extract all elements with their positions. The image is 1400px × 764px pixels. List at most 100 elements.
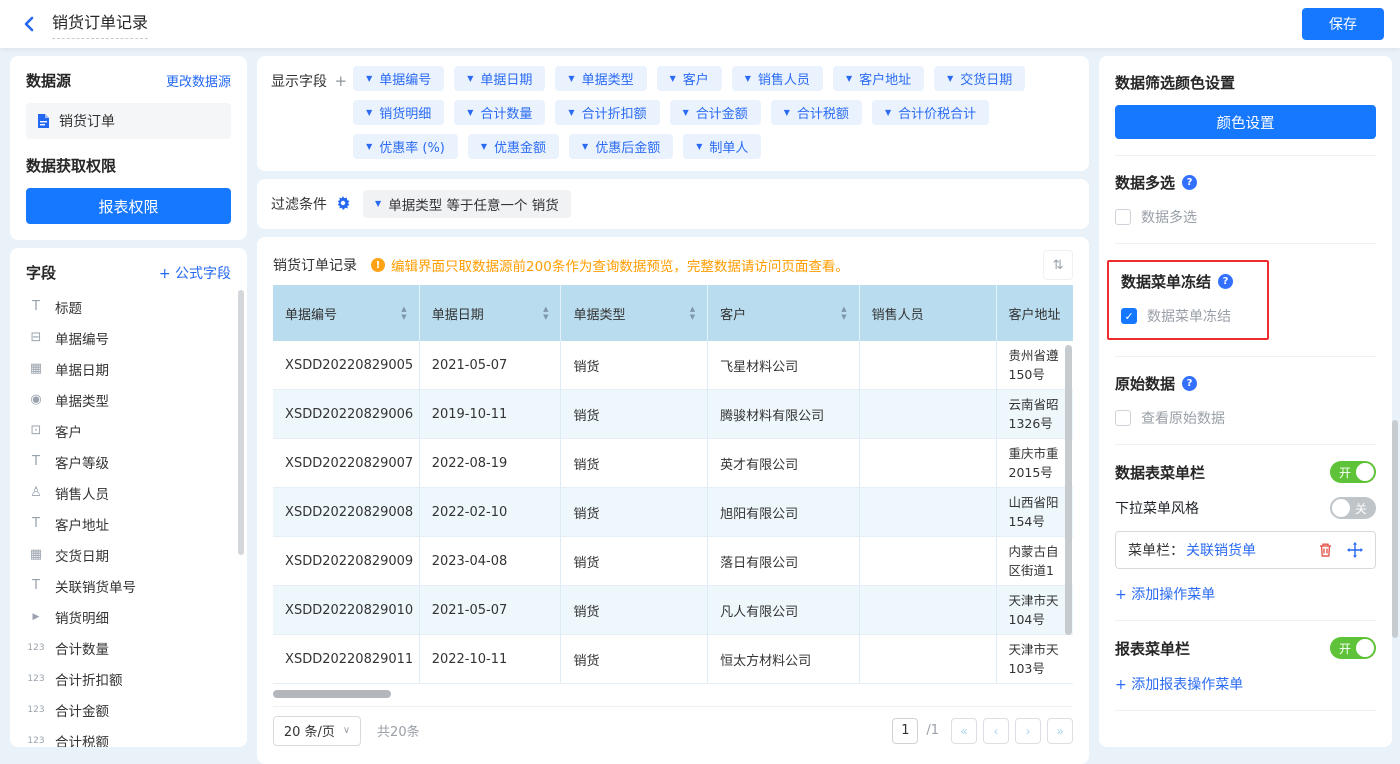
divider [1115, 356, 1376, 357]
field-item-label: 单据类型 [55, 390, 109, 410]
help-icon[interactable]: ? [1182, 175, 1197, 190]
field-item[interactable]: ⊡客户 [26, 415, 231, 446]
display-field-chip[interactable]: ▼合计数量 [454, 100, 545, 125]
sort-icon[interactable]: ▲▼ [690, 306, 695, 321]
first-page-button[interactable]: « [951, 718, 977, 744]
add-formula-field-link[interactable]: + 公式字段 [159, 263, 231, 283]
filter-condition-text: 单据类型 等于任意一个 销货 [388, 194, 559, 214]
table-row[interactable]: XSDD202208290112022-10-11销货恒太方材料公司天津市天 1… [273, 635, 1073, 684]
field-item[interactable]: 123合计折扣额 [26, 663, 231, 694]
table-vertical-scrollbar-thumb[interactable] [1065, 345, 1072, 635]
display-field-chip[interactable]: ▼单据类型 [555, 66, 646, 91]
window-scrollbar-thumb[interactable] [1392, 420, 1398, 638]
field-item[interactable]: ▦单据日期 [26, 353, 231, 384]
table-cell: 内蒙古自 区街道1 [997, 537, 1074, 586]
next-page-button[interactable]: › [1015, 718, 1041, 744]
page-number-input[interactable]: 1 [892, 718, 918, 744]
display-field-chip[interactable]: ▼优惠金额 [468, 134, 559, 159]
sort-icon[interactable]: ▲▼ [401, 306, 406, 321]
change-datasource-link[interactable]: 更改数据源 [166, 71, 231, 90]
column-header[interactable]: 客户▲▼ [708, 285, 860, 341]
table-row[interactable]: XSDD202208290102021-05-07销货凡人有限公司天津市天 10… [273, 586, 1073, 635]
menu-freeze-checkbox[interactable]: ✓ [1121, 308, 1137, 324]
field-item[interactable]: ▦交货日期 [26, 539, 231, 570]
field-item[interactable]: ▶销货明细 [26, 601, 231, 632]
field-item[interactable]: 123合计金额 [26, 694, 231, 725]
display-field-chip[interactable]: ▼交货日期 [934, 66, 1025, 91]
caret-down-icon: ▼ [582, 143, 588, 151]
report-permission-button[interactable]: 报表权限 [26, 188, 231, 224]
field-item[interactable]: ◉单据类型 [26, 384, 231, 415]
calendar-icon: ▦ [26, 547, 46, 562]
multi-select-checkbox[interactable] [1115, 209, 1131, 225]
column-header[interactable]: 销售人员 [860, 285, 997, 341]
display-field-chip[interactable]: ▼优惠后金额 [569, 134, 673, 159]
display-field-chip[interactable]: ▼制单人 [683, 134, 761, 159]
display-field-chip[interactable]: ▼销货明细 [353, 100, 444, 125]
toggle-knob [1356, 639, 1374, 657]
chip-label: 合计折扣额 [582, 103, 647, 122]
back-icon[interactable] [16, 11, 42, 37]
field-item[interactable]: T标题 [26, 291, 231, 322]
field-item[interactable]: ♙销售人员 [26, 477, 231, 508]
filter-condition-chip[interactable]: ▼ 单据类型 等于任意一个 销货 [363, 190, 571, 218]
help-icon[interactable]: ? [1218, 274, 1233, 289]
sort-icon[interactable]: ▲▼ [543, 306, 548, 321]
display-field-chip[interactable]: ▼单据编号 [353, 66, 444, 91]
save-button[interactable]: 保存 [1302, 8, 1384, 40]
field-item[interactable]: 123合计数量 [26, 632, 231, 663]
display-field-chip[interactable]: ▼优惠率 (%) [353, 134, 458, 159]
table-row[interactable]: XSDD202208290062019-10-11销货腾骏材料有限公司云南省昭 … [273, 390, 1073, 439]
table-cell: 贵州省遵 150号 [997, 341, 1074, 390]
display-field-chip[interactable]: ▼单据日期 [454, 66, 545, 91]
page-size-select[interactable]: 20 条/页 ∨ [273, 716, 361, 746]
display-field-chip[interactable]: ▼合计税额 [771, 100, 862, 125]
field-item[interactable]: T关联销货单号 [26, 570, 231, 601]
display-field-chip[interactable]: ▼合计折扣额 [555, 100, 659, 125]
field-item[interactable]: T客户等级 [26, 446, 231, 477]
field-item[interactable]: ⊟单据编号 [26, 322, 231, 353]
table-cell: XSDD20220829005 [273, 341, 420, 390]
table-row[interactable]: XSDD202208290082022-02-10销货旭阳有限公司山西省阳 15… [273, 488, 1073, 537]
column-header[interactable]: 单据类型▲▼ [561, 285, 708, 341]
table-row[interactable]: XSDD202208290052021-05-07销货飞星材料公司贵州省遵 15… [273, 341, 1073, 390]
sort-icon[interactable]: ▲▼ [841, 306, 846, 321]
column-header[interactable]: 单据日期▲▼ [420, 285, 562, 341]
color-setting-button[interactable]: 颜色设置 [1115, 105, 1376, 139]
caret-down-icon: ▼ [568, 75, 574, 83]
table-row[interactable]: XSDD202208290092023-04-08销货落日有限公司内蒙古自 区街… [273, 537, 1073, 586]
prev-page-button[interactable]: ‹ [983, 718, 1009, 744]
last-page-button[interactable]: » [1047, 718, 1073, 744]
display-field-chip[interactable]: ▼合计金额 [670, 100, 761, 125]
add-action-menu-link[interactable]: + 添加操作菜单 [1115, 584, 1215, 604]
menubar-item-name[interactable]: 关联销货单 [1186, 540, 1256, 560]
dropdown-style-toggle[interactable]: 关 [1330, 497, 1376, 519]
move-icon[interactable] [1347, 542, 1363, 558]
add-report-action-menu-link[interactable]: + 添加报表操作菜单 [1115, 674, 1243, 694]
field-item[interactable]: 123合计税额 [26, 725, 231, 747]
table-cell: 腾骏材料有限公司 [708, 390, 860, 439]
help-icon[interactable]: ? [1182, 376, 1197, 391]
display-field-chip[interactable]: ▼销售人员 [732, 66, 823, 91]
table-horizontal-scrollbar-thumb[interactable] [273, 690, 391, 698]
table-sort-button[interactable]: ⇅ [1043, 250, 1073, 280]
field-item[interactable]: T客户地址 [26, 508, 231, 539]
report-menubar-toggle[interactable]: 开 [1330, 637, 1376, 659]
display-field-chip[interactable]: ▼客户地址 [833, 66, 924, 91]
data-permission-title: 数据获取权限 [26, 155, 231, 176]
fields-scrollbar-thumb[interactable] [238, 290, 244, 555]
table-cell: 销货 [561, 635, 708, 684]
table-menubar-toggle[interactable]: 开 [1330, 461, 1376, 483]
datasource-item[interactable]: 销货订单 [26, 103, 231, 139]
gear-icon[interactable] [335, 196, 351, 212]
column-header[interactable]: 单据编号▲▼ [273, 285, 420, 341]
column-header[interactable]: 客户地址 [997, 285, 1074, 341]
title-icon: T [26, 299, 46, 314]
table-row[interactable]: XSDD202208290072022-08-19销货英才有限公司重庆市重 20… [273, 439, 1073, 488]
add-display-field-icon[interactable]: + [335, 72, 348, 90]
display-field-chip[interactable]: ▼客户 [657, 66, 722, 91]
raw-data-checkbox[interactable] [1115, 410, 1131, 426]
display-field-chip[interactable]: ▼合计价税合计 [872, 100, 989, 125]
number-icon: 123 [26, 674, 46, 684]
trash-icon[interactable] [1318, 542, 1333, 558]
